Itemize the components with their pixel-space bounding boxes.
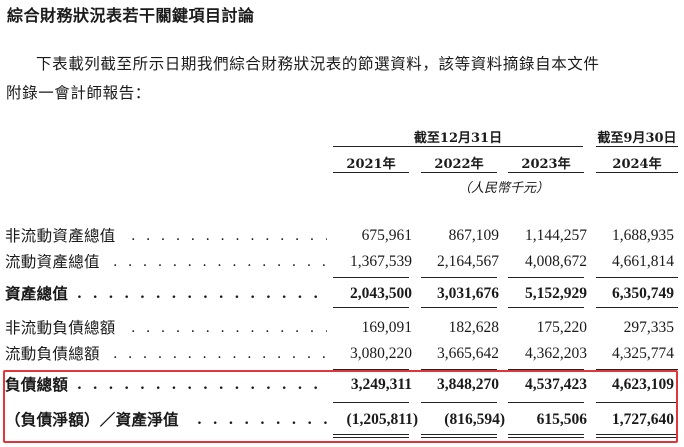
intro-line-1: 下表載列截至所示日期我們綜合財務狀況表的節選資料，該等資料摘錄自本文件 xyxy=(36,55,600,73)
leader-dots: . . . . . . . . . . . . . . . . . . . . … xyxy=(131,320,327,336)
leader-dots: . . . . . . . . . . . . . . . . . . . . … xyxy=(113,346,327,362)
total-rule xyxy=(421,307,497,308)
col-rule-2023 xyxy=(508,172,584,173)
intro-paragraph: 下表載列截至所示日期我們綜合財務狀況表的節選資料，該等資料摘錄自本文件 附錄一會… xyxy=(6,50,678,108)
table-row: 非流動負債總額 . . . . . . . . . . . . . . . . … xyxy=(5,317,675,339)
unit-label: （人民幣千元） xyxy=(458,181,550,196)
cell-2024: 6,350,749 xyxy=(612,285,674,302)
column-2021: 2021年 xyxy=(346,157,396,172)
cell-2024: 297,335 xyxy=(623,319,674,336)
total-rule xyxy=(596,307,678,308)
header-year-end: 截至12月31日 xyxy=(413,131,503,146)
cell-2024: 4,661,814 xyxy=(612,253,674,270)
row-label: 流動負債總額 xyxy=(5,345,100,363)
table-row: 流動資產總值 . . . . . . . . . . . . . . . . .… xyxy=(5,251,675,273)
col-rule-2022 xyxy=(421,172,497,173)
col-rule-2021 xyxy=(333,172,409,173)
leader-dots: . . . . . . . . . . . . . . . . . . . . … xyxy=(131,228,327,244)
subtotal-rule xyxy=(596,277,678,278)
row-label: 非流動負債總額 xyxy=(5,319,116,337)
header-rule-b xyxy=(596,146,678,147)
total-rule xyxy=(333,307,409,308)
column-2024: 2024年 xyxy=(612,157,662,172)
highlight-box xyxy=(3,370,678,443)
col-rule-2024 xyxy=(596,172,678,173)
header-sep-30: 截至9月30日 xyxy=(597,131,677,146)
subtotal-rule xyxy=(421,277,497,278)
row-label: 資產總值 xyxy=(5,284,69,303)
table-row: 流動負債總額 . . . . . . . . . . . . . . . . .… xyxy=(5,343,675,365)
column-2022: 2022年 xyxy=(434,157,484,172)
cell-2024: 4,325,774 xyxy=(612,345,674,362)
subtotal-rule xyxy=(333,277,409,278)
table-row: 資產總值 . . . . . . . . . . . . . . . . . .… xyxy=(5,283,675,305)
header-rule-a xyxy=(333,146,583,147)
table-row: 非流動資產總值 . . . . . . . . . . . . . . . . … xyxy=(5,225,675,247)
cell-2024: 1,688,935 xyxy=(612,227,674,244)
row-label: 流動資產總值 xyxy=(5,253,100,271)
intro-line-2: 附錄一會計師報告： xyxy=(6,84,151,102)
leader-dots: . . . . . . . . . . . . . . . . . . . . … xyxy=(77,286,327,302)
subtotal-rule xyxy=(508,277,584,278)
total-rule xyxy=(508,307,584,308)
leader-dots: . . . . . . . . . . . . . . . . . . . . … xyxy=(113,254,327,270)
row-label: 非流動資產總值 xyxy=(5,227,116,245)
section-title: 綜合財務狀況表若干關鍵項目討論 xyxy=(7,6,255,25)
column-2023: 2023年 xyxy=(521,157,571,172)
